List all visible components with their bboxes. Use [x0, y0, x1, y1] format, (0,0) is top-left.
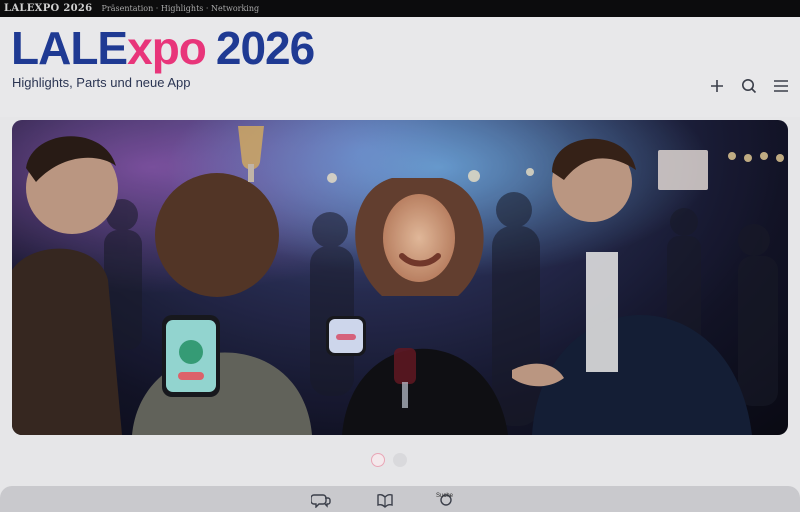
pager-dot-active[interactable] [371, 453, 385, 467]
title-part-xpo: xpo [127, 22, 207, 74]
pager-dot[interactable] [393, 453, 407, 467]
title-part-lale: LALE [11, 22, 128, 74]
bottom-navigation [0, 486, 800, 512]
bottom-search-label: Suche [436, 493, 454, 499]
search-icon[interactable] [740, 77, 758, 95]
hero-image [12, 120, 788, 435]
title-part-year: 2026 [215, 22, 315, 74]
page-title: LALExpo 2026 [11, 21, 315, 75]
header-actions [708, 77, 790, 95]
menu-icon[interactable] [772, 77, 790, 95]
carousel-pager [366, 447, 412, 473]
book-icon[interactable] [372, 490, 398, 510]
status-brand-text: LALEXPO 2026 [4, 3, 93, 14]
plus-icon[interactable] [708, 77, 726, 95]
page-subtitle: Highlights, Parts und neue App [12, 75, 191, 90]
event-photo-illustration [12, 120, 788, 435]
page-header: LALExpo 2026 Highlights, Parts und neue A… [0, 17, 800, 117]
top-status-bar: LALEXPO 2026 Präsentation · Highlights ·… [0, 0, 800, 17]
chat-icon[interactable] [308, 490, 334, 510]
status-subtitle-text: Präsentation · Highlights · Networking [101, 4, 260, 13]
